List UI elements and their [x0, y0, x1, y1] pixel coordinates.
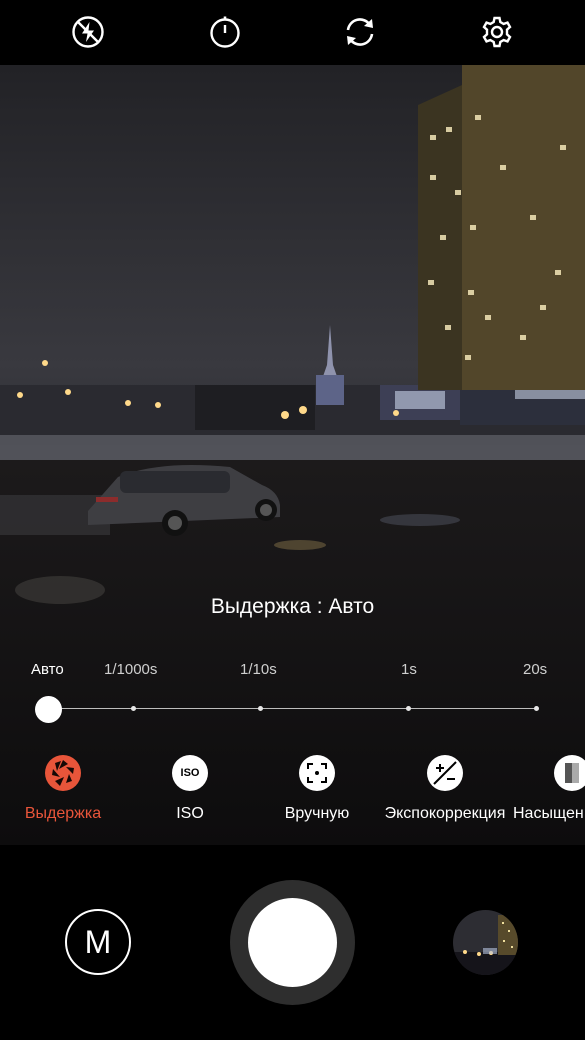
switch-camera-icon[interactable] — [342, 14, 378, 50]
slider-thumb[interactable] — [35, 696, 62, 723]
mode-label: Экспокоррекция — [384, 805, 506, 822]
mode-label: Вручную — [284, 805, 350, 822]
slider-tick-label-1s: 1s — [401, 661, 417, 678]
mode-shutter-speed[interactable]: Выдержка — [13, 755, 113, 823]
shutter-button[interactable] — [230, 880, 355, 1005]
mode-label: Насыщен — [513, 805, 584, 822]
mode-label: Выдержка — [24, 805, 102, 822]
mode-manual-focus[interactable]: Вручную — [272, 755, 362, 823]
settings-gear-icon[interactable] — [479, 14, 515, 50]
manual-focus-icon — [299, 755, 335, 791]
slider-tick-label-auto: Авто — [31, 661, 64, 678]
shutter-button-inner — [248, 898, 337, 987]
slider-tick-label-1-1000s: 1/1000s — [104, 661, 158, 678]
shutter-speed-value-label: Выдержка : Авто — [210, 595, 375, 618]
flash-auto-icon[interactable] — [70, 14, 106, 50]
mode-saturation[interactable]: Насыщен — [513, 755, 585, 823]
iso-icon-text: ISO — [180, 767, 200, 779]
slider-tick-label-1-10s: 1/10s — [240, 661, 277, 678]
viewfinder-scene-image — [0, 65, 585, 845]
top-toolbar — [0, 0, 585, 65]
gallery-thumbnail-image — [453, 910, 518, 975]
slider-tick-dot — [534, 706, 539, 711]
mode-exposure-compensation[interactable]: Экспокоррекция — [380, 755, 510, 823]
slider-tick-dot — [258, 706, 263, 711]
iso-icon: ISO — [172, 755, 208, 791]
gallery-thumbnail[interactable] — [453, 910, 518, 975]
exposure-compensation-icon — [427, 755, 463, 791]
saturation-icon — [554, 755, 585, 791]
slider-track[interactable] — [48, 708, 538, 709]
slider-tick-dot — [406, 706, 411, 711]
timer-icon[interactable] — [207, 14, 243, 50]
camera-viewfinder[interactable]: Выдержка : Авто — [0, 65, 585, 845]
mode-iso[interactable]: ISO ISO — [155, 755, 225, 823]
aperture-icon — [45, 755, 81, 791]
slider-tick-label-20s: 20s — [523, 661, 548, 678]
slider-tick-dot — [131, 706, 136, 711]
mode-label: ISO — [176, 805, 204, 822]
manual-mode-button[interactable]: M — [65, 909, 131, 975]
